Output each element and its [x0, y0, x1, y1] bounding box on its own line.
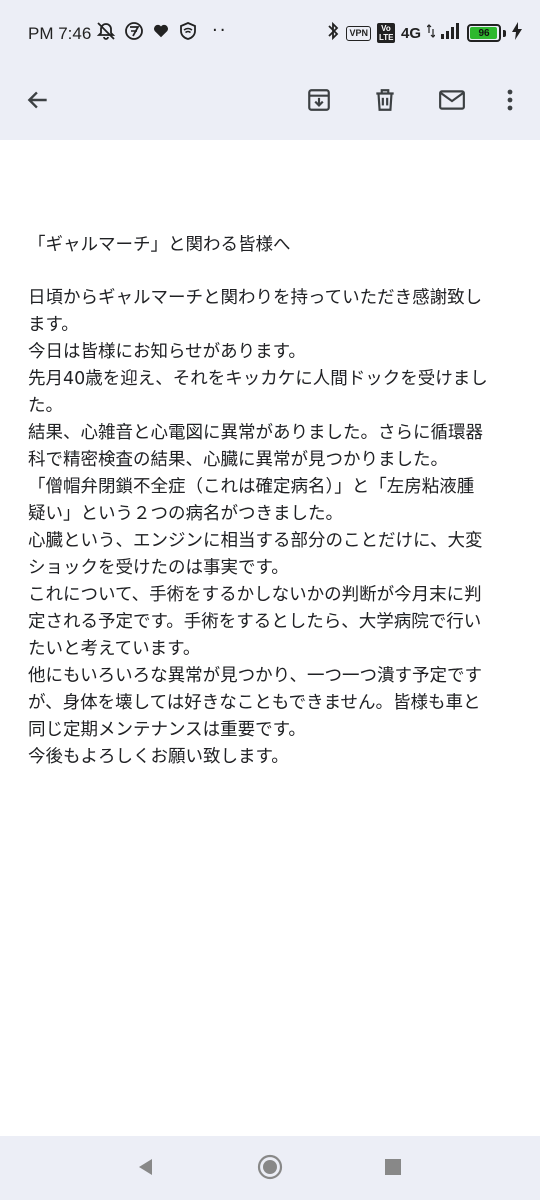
body-line: ます。	[28, 315, 79, 335]
status-bar: PM 7:46 ·· VPN Vo LTE 4G 96	[0, 0, 540, 64]
vpn-badge: VPN	[346, 25, 371, 41]
battery-cap	[503, 29, 506, 37]
back-arrow-icon	[25, 87, 51, 117]
volte-badge: Vo LTE	[376, 23, 395, 43]
body-line: た。	[28, 396, 63, 416]
email-body: 日頃からギャルマーチと関わりを持っていただき感謝致し ます。 今日は皆様にお知ら…	[28, 285, 522, 771]
battery-level: 96	[478, 27, 490, 39]
back-triangle-icon	[136, 1157, 154, 1181]
more-vert-icon	[506, 88, 514, 116]
email-toolbar	[0, 64, 540, 140]
status-overflow-dots: ··	[212, 20, 228, 41]
bluetooth-icon	[326, 21, 340, 45]
data-arrows-icon	[426, 23, 436, 43]
heart-icon	[152, 22, 170, 40]
network-type: 4G	[400, 24, 421, 42]
status-right-icons: VPN Vo LTE 4G 96	[326, 21, 522, 45]
home-circle-icon	[256, 1153, 284, 1185]
more-options-button[interactable]	[486, 78, 534, 126]
email-greeting: 「ギャルマーチ」と関わる皆様へ	[28, 235, 291, 255]
vpn-shield-icon	[178, 21, 198, 41]
body-line: 定される予定です。手術をするとしたら、大学病院で行い	[28, 612, 482, 632]
body-line: 同じ定期メンテナンスは重要です。	[28, 720, 306, 740]
mark-unread-button[interactable]	[428, 78, 476, 126]
body-line: 他にもいろいろな異常が見つかり、一つ一つ潰す予定です	[28, 666, 482, 686]
status-time: PM 7:46	[28, 24, 92, 43]
body-line: たいと考えています。	[28, 639, 201, 659]
email-content: 「ギャルマーチ」と関わる皆様へ 日頃からギャルマーチと関わりを持っていただき感謝…	[28, 232, 522, 771]
body-line: これについて、手術をするかしないかの判断が今月末に判	[28, 585, 482, 605]
system-nav-bar	[0, 1136, 540, 1200]
status-left-icons: ··	[96, 20, 227, 41]
alarm-off-icon	[96, 21, 116, 41]
body-line: 「僧帽弁閉鎖不全症（これは確定病名）」と「左房粘液腫	[28, 477, 475, 497]
delete-button[interactable]	[361, 78, 409, 126]
body-line: が、身体を壊しては好きなこともできません。皆様も車と	[28, 693, 481, 713]
nav-home-button[interactable]	[255, 1154, 285, 1184]
mail-icon	[438, 87, 466, 117]
sim-icon	[124, 21, 144, 41]
delete-icon	[372, 87, 398, 117]
back-button[interactable]	[14, 78, 62, 126]
body-line: ショックを受けたのは事実です。	[28, 558, 289, 578]
body-line: 今日は皆様にお知らせがあります。	[28, 342, 306, 362]
body-line: 科で精密検査の結果、心臓に異常が見つかりました。	[28, 450, 448, 470]
body-line: 心臓という、エンジンに相当する部分のことだけに、大変	[28, 531, 483, 551]
archive-icon	[306, 87, 332, 117]
nav-back-button[interactable]	[130, 1154, 160, 1184]
recents-square-icon	[384, 1158, 402, 1180]
body-line: 結果、心雑音と心電図に異常がありました。さらに循環器	[28, 423, 483, 443]
archive-button[interactable]	[295, 78, 343, 126]
charging-icon	[512, 22, 522, 44]
battery-icon: 96	[467, 24, 501, 42]
body-line: 疑い」という２つの病名がつきました。	[28, 504, 343, 524]
body-line: 先月40歳を迎え、それをキッカケに人間ドックを受けまし	[28, 369, 488, 389]
body-line: 日頃からギャルマーチと関わりを持っていただき感謝致し	[28, 288, 483, 308]
signal-icon	[441, 23, 461, 43]
nav-recents-button[interactable]	[378, 1154, 408, 1184]
body-line: 今後もよろしくお願い致します。	[28, 747, 289, 767]
